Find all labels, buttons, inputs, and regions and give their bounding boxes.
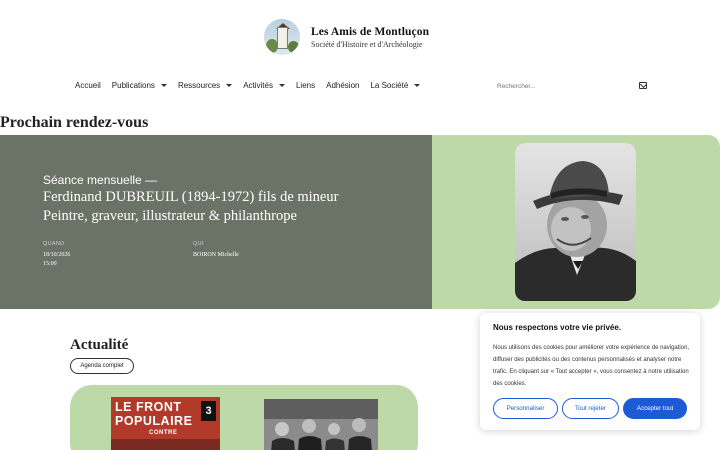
section-title: Prochain rendez-vous xyxy=(0,114,149,131)
event-kicker: Séance mensuelle — xyxy=(43,173,158,187)
castle-logo-icon xyxy=(264,19,300,55)
news-heading: Actualité xyxy=(70,337,129,353)
reject-all-button[interactable]: Tout rejeter xyxy=(562,398,619,419)
search-input[interactable] xyxy=(497,82,627,90)
poster-image: LE FRONT POPULAIRE CONTRE 3 xyxy=(111,397,220,450)
who-value: BOIRON Michelle xyxy=(193,252,239,258)
caret-down-icon xyxy=(160,84,167,87)
accept-all-button[interactable]: Accepter tout xyxy=(623,398,687,419)
cookie-title: Nous respectons votre vie privée. xyxy=(493,323,622,332)
portrait-photo xyxy=(515,143,636,301)
site-title: Les Amis de Montluçon xyxy=(311,25,430,38)
news-card[interactable]: LE FRONT POPULAIRE CONTRE 3 xyxy=(70,385,418,450)
caret-down-icon xyxy=(414,84,421,87)
event-title-line-1: Ferdinand DUBREUIL (1894-1972) fils de m… xyxy=(43,189,339,205)
nav-label: La Société xyxy=(370,81,409,90)
poster-line-3: CONTRE xyxy=(149,430,178,436)
nav-item-liens[interactable]: Liens xyxy=(296,81,315,90)
nav-label: Liens xyxy=(295,81,316,90)
caret-down-icon xyxy=(278,84,285,87)
nav-item-accueil[interactable]: Accueil xyxy=(75,81,101,90)
agenda-button[interactable]: Agenda complet xyxy=(70,358,134,374)
nav-label: Publications xyxy=(111,81,155,90)
when-label: QUAND xyxy=(43,241,65,247)
main-nav: Accueil Publications Ressources Activité… xyxy=(75,81,431,90)
envelope-icon[interactable] xyxy=(639,82,647,89)
news-photo xyxy=(264,399,378,450)
nav-item-activites[interactable]: Activités xyxy=(243,81,285,90)
event-title-line-2: Peintre, graveur, illustrateur & philant… xyxy=(43,208,297,224)
site-subtitle: Société d'Histoire et d'Archéologie xyxy=(311,39,423,49)
search-box xyxy=(497,78,652,94)
nav-item-publications[interactable]: Publications xyxy=(112,81,167,90)
cookie-body: Nous utilisons des cookies pour améliore… xyxy=(493,345,690,387)
nav-label: Adhésion xyxy=(326,81,360,90)
event-info-panel: Séance mensuelle — Ferdinand DUBREUIL (1… xyxy=(0,135,432,309)
nav-item-la-societe[interactable]: La Société xyxy=(370,81,421,90)
caret-down-icon xyxy=(226,84,233,87)
nav-label: Activités xyxy=(243,81,273,90)
site-logo[interactable]: Les Amis de Montluçon Société d'Histoire… xyxy=(264,19,429,55)
cookie-consent-dialog: Nous respectons votre vie privée. Nous u… xyxy=(480,313,700,430)
nav-label: Accueil xyxy=(75,81,101,90)
nav-item-ressources[interactable]: Ressources xyxy=(177,81,233,90)
customize-button[interactable]: Personnaliser xyxy=(493,398,558,419)
who-label: QUI xyxy=(193,241,204,247)
nav-label: Ressources xyxy=(177,81,221,90)
when-time: 15:00 xyxy=(43,261,57,267)
nav-item-adhesion[interactable]: Adhésion xyxy=(326,81,359,90)
when-date: 18/10/2026 xyxy=(43,252,71,258)
poster-number: 3 xyxy=(201,401,216,421)
